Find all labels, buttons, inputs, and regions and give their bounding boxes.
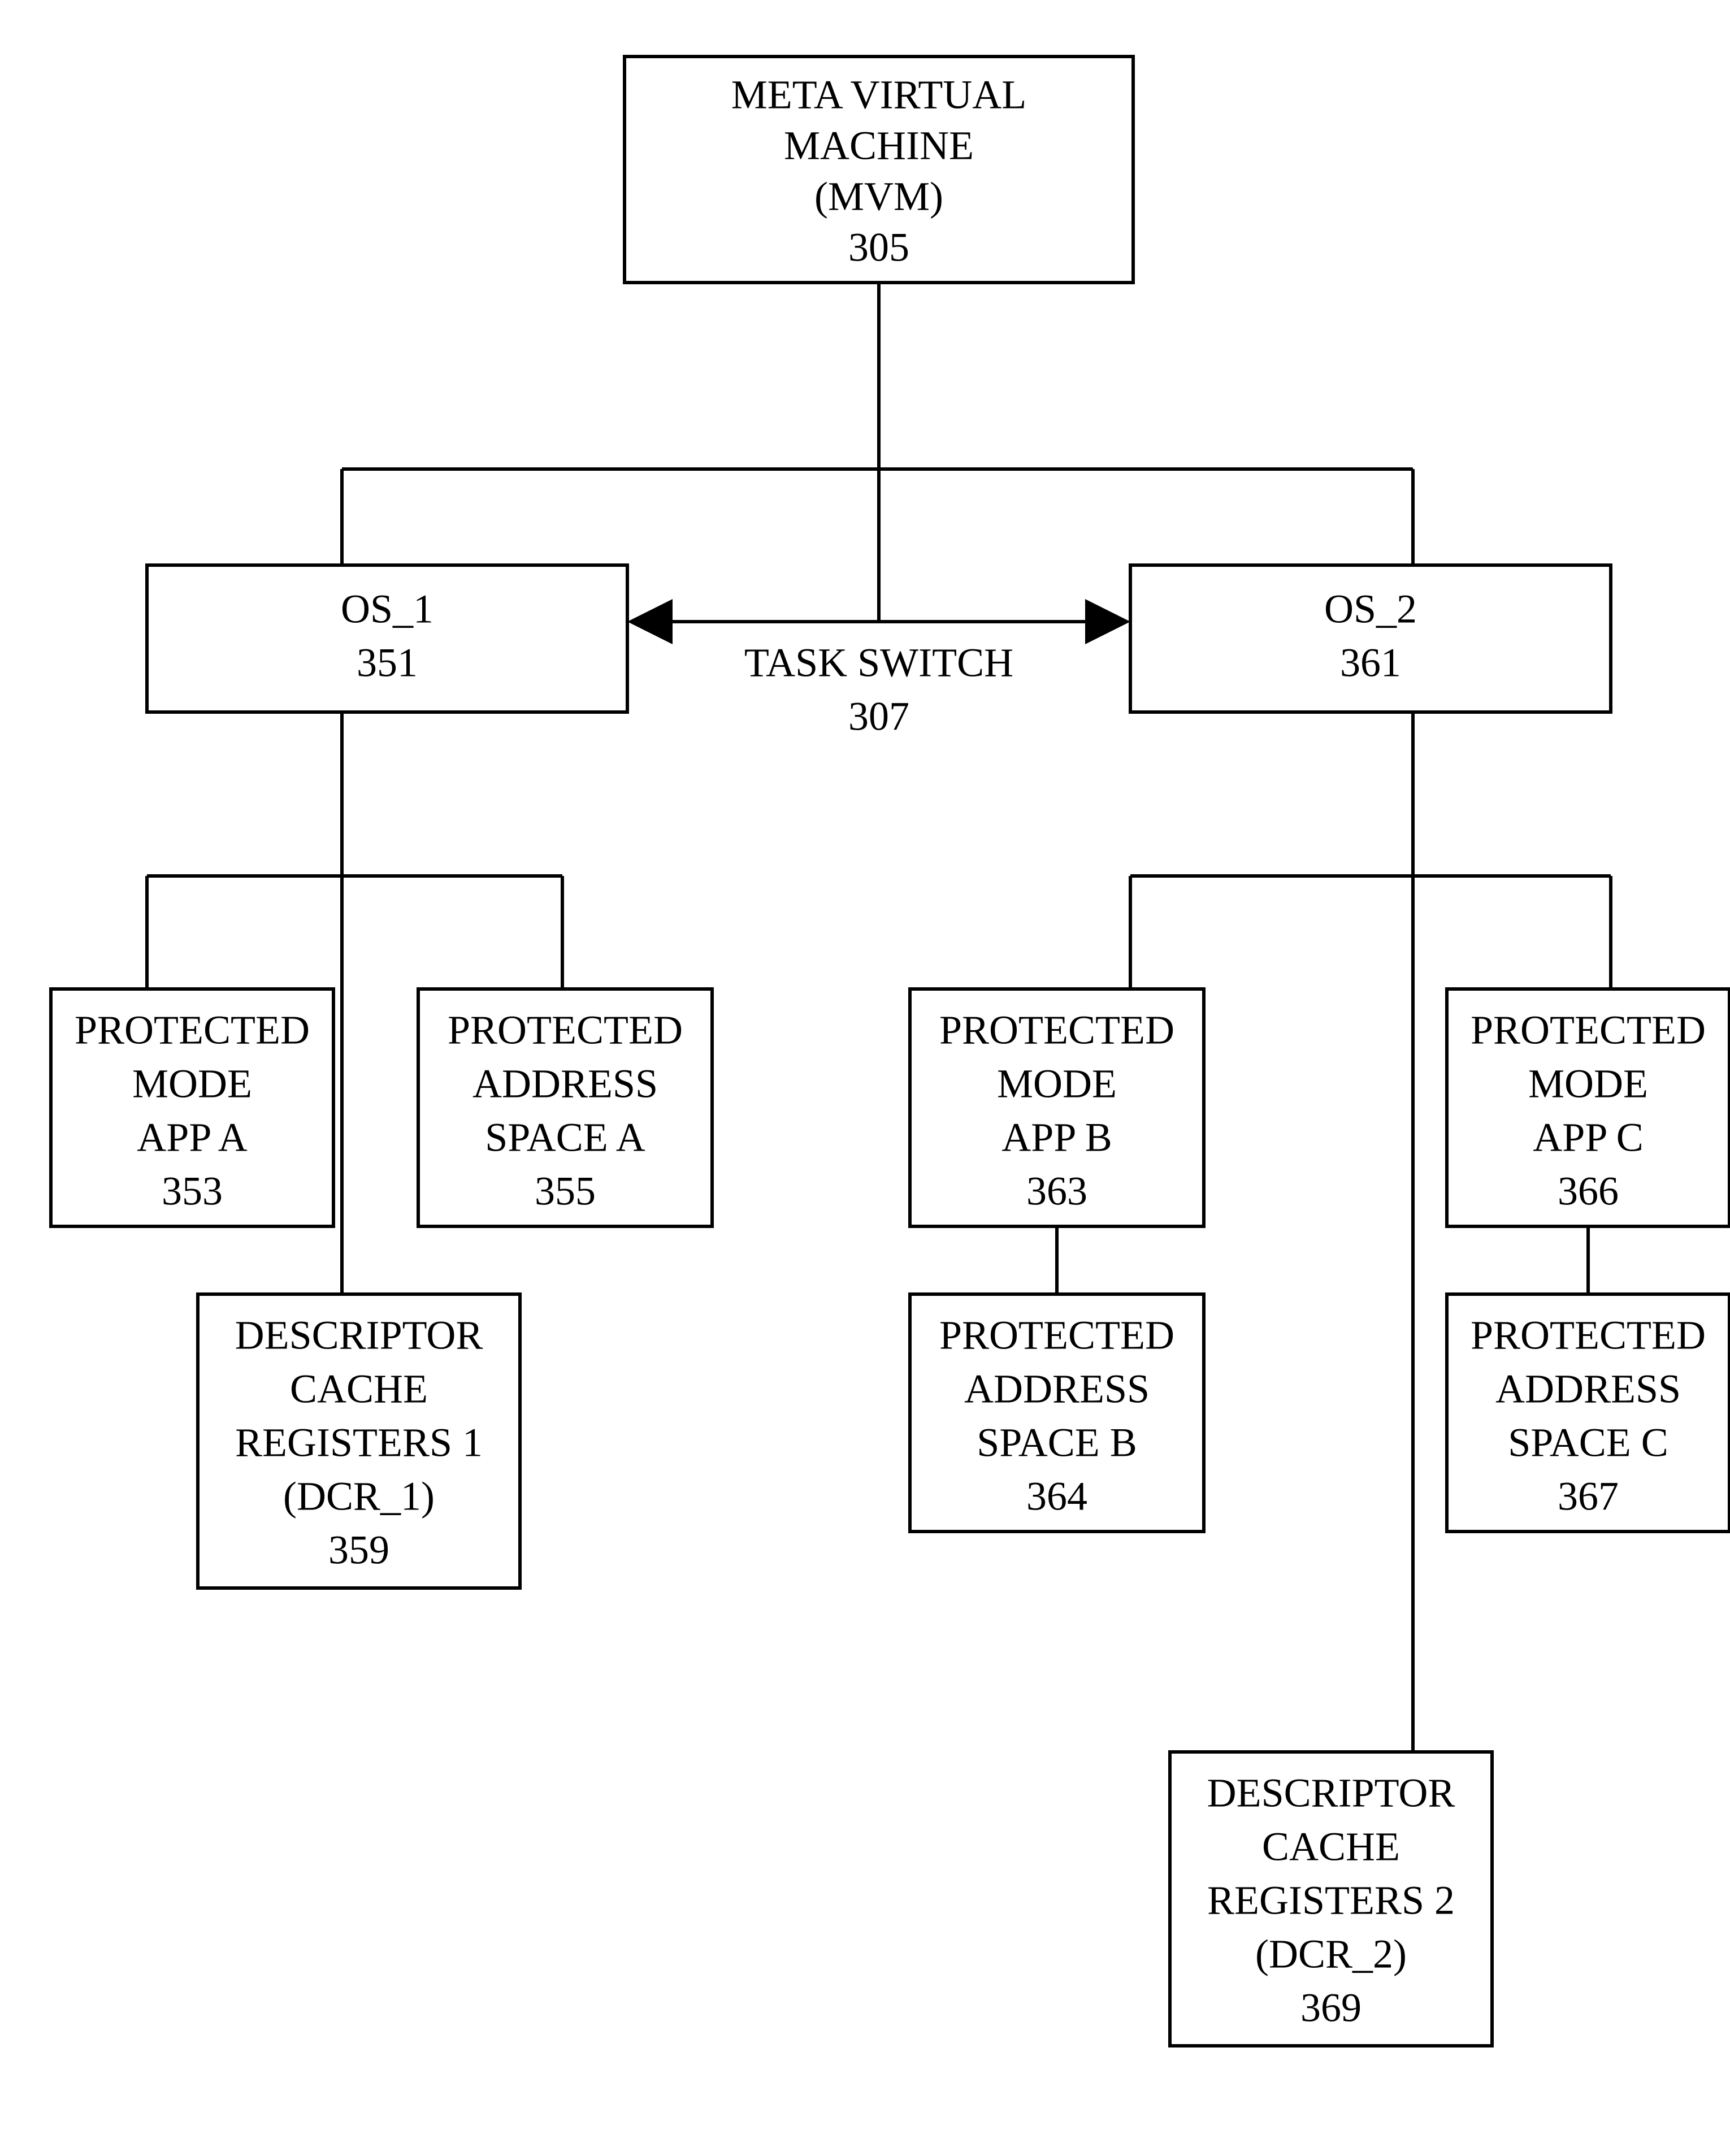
spaceB-l1: PROTECTED <box>939 1313 1174 1358</box>
taskswitch-ref: 307 <box>848 694 909 739</box>
appB-l3: APP B <box>1001 1115 1112 1160</box>
appA-l3: APP A <box>137 1115 247 1160</box>
node-dcr1: DESCRIPTOR CACHE REGISTERS 1 (DCR_1) 359 <box>198 1294 520 1588</box>
spaceC-l1: PROTECTED <box>1471 1313 1706 1358</box>
dcr1-ref: 359 <box>328 1528 389 1573</box>
appC-l1: PROTECTED <box>1471 1008 1706 1053</box>
dcr2-l4: (DCR_2) <box>1255 1932 1407 1977</box>
appA-l2: MODE <box>132 1061 252 1107</box>
node-mvm: META VIRTUAL MACHINE (MVM) 305 <box>625 57 1133 283</box>
spaceA-l2: ADDRESS <box>472 1061 658 1107</box>
diagram: META VIRTUAL MACHINE (MVM) 305 OS_1 351 … <box>0 0 1730 2156</box>
label-task-switch: TASK SWITCH 307 <box>744 640 1013 739</box>
spaceC-l2: ADDRESS <box>1495 1367 1681 1412</box>
os2-label: OS_2 <box>1324 587 1417 632</box>
spaceC-ref: 367 <box>1558 1474 1619 1519</box>
mvm-line1: META VIRTUAL <box>731 72 1027 118</box>
os2-ref: 361 <box>1340 640 1401 686</box>
node-app-a: PROTECTED MODE APP A 353 <box>51 989 333 1226</box>
mvm-ref: 305 <box>848 225 909 270</box>
node-app-c: PROTECTED MODE APP C 366 <box>1447 989 1729 1226</box>
appC-ref: 366 <box>1558 1169 1619 1214</box>
taskswitch-l1: TASK SWITCH <box>744 640 1013 686</box>
dcr1-l4: (DCR_1) <box>283 1474 435 1519</box>
dcr1-l2: CACHE <box>290 1367 428 1412</box>
spaceB-l2: ADDRESS <box>964 1367 1150 1412</box>
dcr2-l2: CACHE <box>1262 1824 1400 1869</box>
appB-l1: PROTECTED <box>939 1008 1174 1053</box>
mvm-line2: MACHINE <box>784 123 974 168</box>
spaceA-l3: SPACE A <box>485 1115 645 1160</box>
dcr2-l1: DESCRIPTOR <box>1207 1771 1455 1816</box>
spaceB-l3: SPACE B <box>977 1420 1137 1465</box>
spaceC-l3: SPACE C <box>1508 1420 1668 1465</box>
spaceB-ref: 364 <box>1026 1474 1087 1519</box>
dcr2-ref: 369 <box>1300 1985 1362 2031</box>
dcr1-l1: DESCRIPTOR <box>235 1313 483 1358</box>
dcr1-l3: REGISTERS 1 <box>235 1420 483 1465</box>
mvm-line3: (MVM) <box>814 174 943 219</box>
node-space-b: PROTECTED ADDRESS SPACE B 364 <box>910 1294 1204 1532</box>
node-os2: OS_2 361 <box>1130 565 1611 712</box>
appB-ref: 363 <box>1026 1169 1087 1214</box>
appA-l1: PROTECTED <box>75 1008 310 1053</box>
node-app-b: PROTECTED MODE APP B 363 <box>910 989 1204 1226</box>
spaceA-ref: 355 <box>535 1169 596 1214</box>
node-os1: OS_1 351 <box>147 565 627 712</box>
dcr2-l3: REGISTERS 2 <box>1207 1878 1455 1923</box>
node-space-a: PROTECTED ADDRESS SPACE A 355 <box>418 989 712 1226</box>
node-dcr2: DESCRIPTOR CACHE REGISTERS 2 (DCR_2) 369 <box>1170 1752 1492 2046</box>
appA-ref: 353 <box>162 1169 223 1214</box>
appC-l3: APP C <box>1533 1115 1643 1160</box>
appB-l2: MODE <box>997 1061 1117 1107</box>
appC-l2: MODE <box>1528 1061 1648 1107</box>
spaceA-l1: PROTECTED <box>448 1008 683 1053</box>
node-space-c: PROTECTED ADDRESS SPACE C 367 <box>1447 1294 1729 1532</box>
os1-label: OS_1 <box>341 587 433 632</box>
os1-ref: 351 <box>357 640 418 686</box>
